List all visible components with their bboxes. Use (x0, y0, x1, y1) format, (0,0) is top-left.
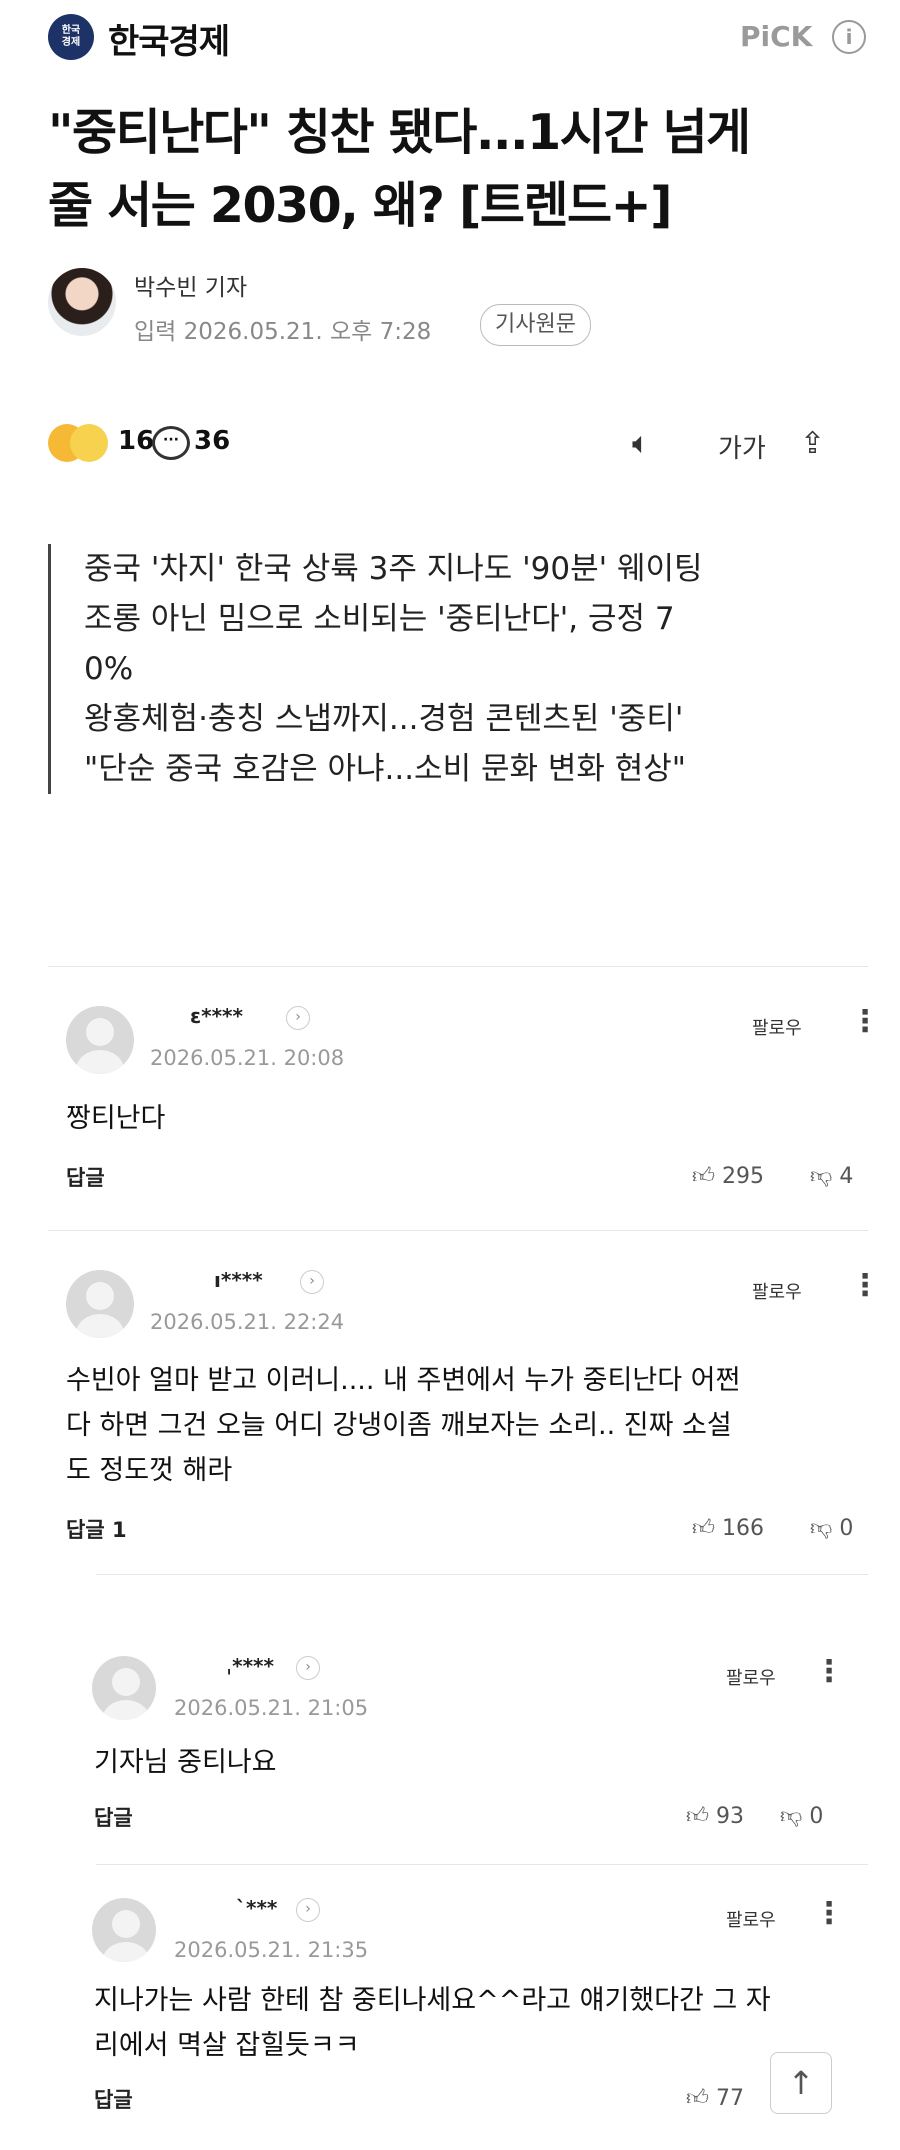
comment-body: 지나가는 사람 한테 참 중티나세요^^라고 얘기했다간 그 자 리에서 멱살 … (94, 1985, 771, 2061)
title-line-2: 줄 서는 2030, 왜? [트렌드+] (48, 177, 673, 234)
author-avatar[interactable] (48, 268, 116, 336)
user-avatar[interactable] (92, 1656, 156, 1720)
smile-emoji-icon[interactable] (70, 424, 108, 462)
app-header: 한국 경제 한국경제 PiCK i (0, 0, 900, 80)
divider (48, 1230, 868, 1231)
thumbs-up-icon: 👍︎ (692, 1516, 715, 1541)
comment-date: 2026.05.21. 22:24 (150, 1310, 345, 1334)
chevron-right-icon[interactable]: › (296, 1656, 320, 1680)
thumbs-up-icon: 👍︎ (692, 1164, 715, 1189)
like-count: 93 (716, 1804, 744, 1829)
divider (48, 966, 868, 967)
user-avatar[interactable] (66, 1270, 134, 1338)
pick-label: PiCK (740, 20, 813, 53)
thumbs-down-icon: 👎︎ (810, 1164, 833, 1189)
summary-line: 왕홍체험·충칭 스냅까지...경험 콘텐츠된 '중티' (84, 701, 684, 737)
follow-button[interactable]: 팔로우 (752, 1278, 802, 1304)
like-button[interactable]: 👍︎ 166 (692, 1514, 764, 1541)
dislike-button[interactable]: 👎︎ 0 (780, 1802, 823, 1829)
follow-button[interactable]: 팔로우 (752, 1014, 802, 1040)
dislike-count: 4 (839, 1164, 854, 1189)
reaction-bar: 16 ··· 36 🔈︎ 가가 ⇪ (48, 420, 868, 470)
chevron-right-icon[interactable]: › (300, 1270, 324, 1294)
follow-button[interactable]: 팔로우 (726, 1906, 776, 1932)
reply-button[interactable]: 답글 (66, 1162, 105, 1192)
like-count: 77 (716, 2086, 744, 2111)
thumbs-down-icon: 👎︎ (780, 1804, 803, 1829)
publisher-name[interactable]: 한국경제 (108, 14, 230, 63)
article-title: "중티난다" 칭찬 됐다...1시간 넘게 줄 서는 2030, 왜? [트렌드… (48, 96, 868, 242)
like-button[interactable]: 👍︎ 77 (686, 2084, 744, 2111)
publish-date: 입력 2026.05.21. 오후 7:28 (134, 319, 432, 345)
hankyung-logo-icon[interactable]: 한국 경제 (48, 14, 94, 60)
comment-username[interactable]: ı**** (214, 1268, 263, 1292)
thumbs-up-icon: 👍︎ (686, 1804, 709, 1829)
like-button[interactable]: 👍︎ 93 (686, 1802, 744, 1829)
like-count: 166 (722, 1516, 764, 1541)
scroll-top-icon[interactable]: ↑ (770, 2052, 832, 2114)
reply-button[interactable]: 답글 (94, 1802, 133, 1832)
dislike-count: 0 (809, 1804, 824, 1829)
comment-date: 2026.05.21. 21:05 (174, 1696, 369, 1720)
dislike-count: 0 (839, 1516, 854, 1541)
reaction-count: 16 (118, 426, 155, 456)
follow-button[interactable]: 팔로우 (726, 1664, 776, 1690)
article-summary: 중국 '차지' 한국 상륙 3주 지나도 '90분' 웨이팅 조롱 아닌 밈으로… (48, 544, 884, 794)
dislike-button[interactable]: 👎︎ 4 (810, 1162, 853, 1189)
comment-count[interactable]: 36 (194, 426, 230, 456)
comment-username[interactable]: `*** (236, 1896, 277, 1920)
font-size-button[interactable]: 가가 (718, 428, 766, 465)
comment-body: 수빈아 얼마 받고 이러니.... 내 주변에서 누가 중티난다 어쩐 다 하면… (66, 1365, 741, 1486)
comment-body: 짱티난다 (66, 1103, 166, 1134)
reply-button[interactable]: 답글 1 (66, 1514, 127, 1544)
comment-date: 2026.05.21. 21:35 (174, 1938, 369, 1962)
more-options-icon[interactable]: ⋮ (850, 1004, 880, 1039)
comment-bubble-icon[interactable]: ··· (152, 426, 190, 460)
summary-line: 조롱 아닌 밈으로 소비되는 '중티난다', 긍정 7 (84, 601, 675, 637)
comment-body: 기자님 중티나요 (94, 1747, 277, 1778)
author-name[interactable]: 박수빈 기자 (134, 268, 247, 302)
original-article-button[interactable]: 기사원문 (480, 304, 591, 346)
speaker-icon[interactable]: 🔈︎ (632, 426, 650, 461)
chevron-right-icon[interactable]: › (296, 1898, 320, 1922)
dislike-button[interactable]: 👎︎ 0 (810, 1514, 853, 1541)
summary-line: "단순 중국 호감은 아냐...소비 문화 변화 현상" (84, 751, 687, 787)
reply-button[interactable]: 답글 (94, 2084, 133, 2114)
more-options-icon[interactable]: ⋮ (814, 1654, 844, 1689)
divider (96, 1574, 868, 1575)
more-options-icon[interactable]: ⋮ (814, 1896, 844, 1931)
divider (96, 1864, 868, 1865)
title-line-1: "중티난다" 칭찬 됐다...1시간 넘게 (48, 104, 751, 161)
comment-date: 2026.05.21. 20:08 (150, 1046, 345, 1070)
like-count: 295 (722, 1164, 764, 1189)
user-avatar[interactable] (92, 1898, 156, 1962)
summary-line: 중국 '차지' 한국 상륙 3주 지나도 '90분' 웨이팅 (84, 551, 703, 587)
info-icon[interactable]: i (832, 20, 866, 54)
thumbs-up-icon: 👍︎ (686, 2086, 709, 2111)
user-avatar[interactable] (66, 1006, 134, 1074)
comment-username[interactable]: ɛ**** (190, 1004, 243, 1028)
summary-line: 0% (84, 651, 134, 687)
like-button[interactable]: 👍︎ 295 (692, 1162, 764, 1189)
comment-username[interactable]: ˌ**** (226, 1654, 274, 1678)
share-icon[interactable]: ⇪ (800, 426, 825, 461)
more-options-icon[interactable]: ⋮ (850, 1268, 880, 1303)
thumbs-down-icon: 👎︎ (810, 1516, 833, 1541)
chevron-right-icon[interactable]: › (286, 1006, 310, 1030)
